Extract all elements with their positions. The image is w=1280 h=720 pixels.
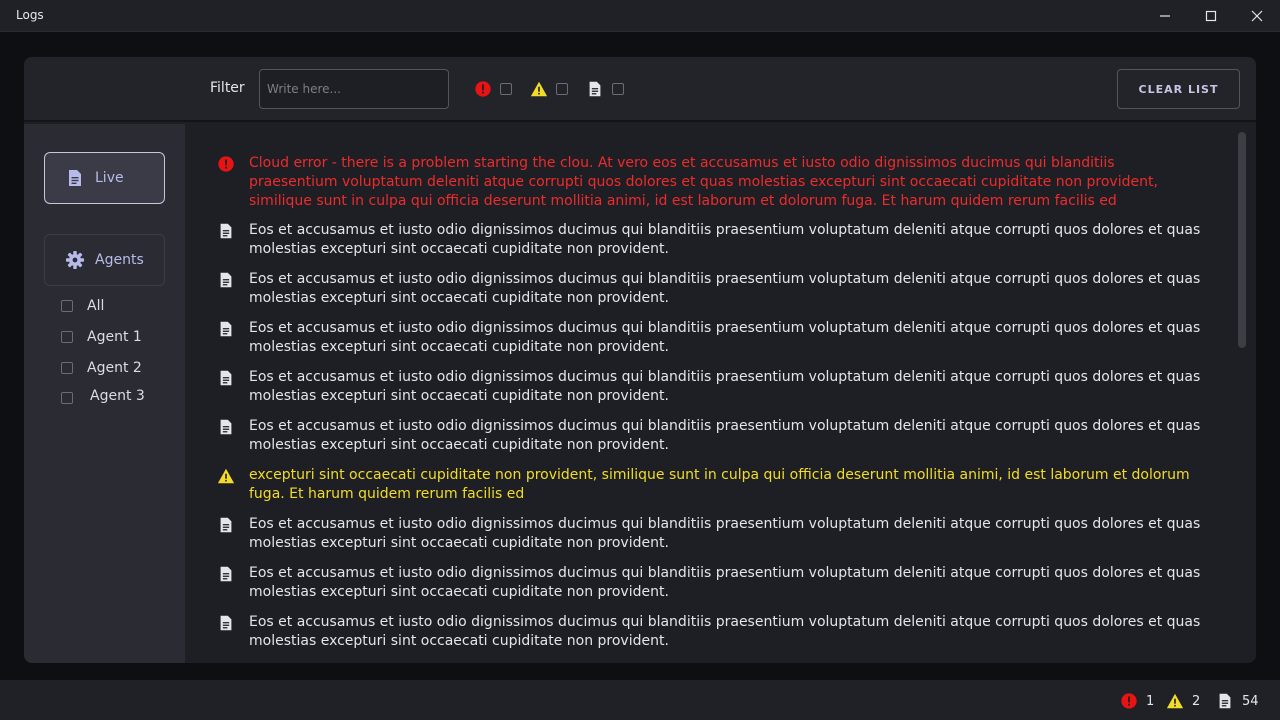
agent-filter-all[interactable]: All <box>61 298 104 314</box>
filter-label: Filter <box>210 80 245 96</box>
log-entry-text: Eos et accusamus et iusto odio dignissim… <box>249 516 1201 551</box>
log-entry-info: Eos et accusamus et iusto odio dignissim… <box>217 515 1207 553</box>
log-entry-warning: excepturi sint occaecati cupiditate non … <box>217 466 1207 504</box>
status-bar: 1 2 54 <box>0 680 1280 720</box>
warning-count-value: 2 <box>1192 693 1201 709</box>
agent-filter-agent-2[interactable]: Agent 2 <box>61 360 142 376</box>
warning-filter-toggle[interactable] <box>530 80 568 98</box>
toolbar: Filter CLEAR LIST <box>24 57 1256 122</box>
log-entry-info: Eos et accusamus et iusto odio dignissim… <box>217 319 1207 357</box>
sidebar: Live Agents All Agent 1 Agent 2 Agent 3 <box>24 124 185 663</box>
log-entry-error: Cloud error - there is a problem startin… <box>217 154 1207 211</box>
warning-icon <box>217 466 237 504</box>
document-icon <box>217 515 237 553</box>
error-count: 1 <box>1120 692 1154 710</box>
error-filter-checkbox[interactable] <box>500 83 512 95</box>
document-icon <box>217 270 237 308</box>
error-filter-toggle[interactable] <box>474 80 512 98</box>
log-list-scrollbar[interactable] <box>1238 132 1246 348</box>
document-icon <box>217 221 237 259</box>
maximize-button[interactable] <box>1188 0 1234 32</box>
log-entry-info: Eos et accusamus et iusto odio dignissim… <box>217 417 1207 455</box>
document-icon <box>217 613 237 651</box>
close-icon <box>1251 10 1263 22</box>
clear-list-button[interactable]: CLEAR LIST <box>1117 69 1240 109</box>
agent-label: Agent 2 <box>87 360 142 376</box>
log-list: Cloud error - there is a problem startin… <box>185 124 1256 663</box>
log-entry-text: Eos et accusamus et iusto odio dignissim… <box>249 369 1201 404</box>
info-count-value: 54 <box>1242 693 1259 709</box>
log-entry-text: Cloud error - there is a problem startin… <box>249 155 1158 209</box>
document-icon <box>586 80 604 98</box>
agent-label: Agent 1 <box>87 329 142 345</box>
agents-button[interactable]: Agents <box>44 234 165 286</box>
document-icon <box>69 170 81 186</box>
document-icon <box>217 564 237 602</box>
agent-checkbox[interactable] <box>61 331 73 343</box>
document-icon <box>217 417 237 455</box>
log-entry-text: Eos et accusamus et iusto odio dignissim… <box>249 565 1201 600</box>
agent-checkbox[interactable] <box>61 362 73 374</box>
log-entry-info: Eos et accusamus et iusto odio dignissim… <box>217 270 1207 308</box>
log-entry-text: Eos et accusamus et iusto odio dignissim… <box>249 614 1201 649</box>
title-bar: Logs <box>0 0 1280 32</box>
minimize-button[interactable] <box>1142 0 1188 32</box>
agent-filter-agent-1[interactable]: Agent 1 <box>61 329 142 345</box>
warning-icon <box>530 80 548 98</box>
log-entry-text: excepturi sint occaecati cupiditate non … <box>249 467 1190 502</box>
error-icon <box>217 154 237 211</box>
agent-label: All <box>87 298 105 314</box>
error-icon <box>1120 692 1138 710</box>
document-icon <box>217 368 237 406</box>
log-entry-text: Eos et accusamus et iusto odio dignissim… <box>249 320 1201 355</box>
warning-icon <box>1166 692 1184 710</box>
agent-checkbox[interactable] <box>61 392 73 404</box>
error-count-value: 1 <box>1146 693 1155 709</box>
log-entry-text: Eos et accusamus et iusto odio dignissim… <box>249 418 1201 453</box>
log-entry-info: Eos et accusamus et iusto odio dignissim… <box>217 564 1207 602</box>
log-entry-info: Eos et accusamus et iusto odio dignissim… <box>217 368 1207 406</box>
document-icon <box>1216 692 1234 710</box>
gear-icon <box>66 251 84 269</box>
info-filter-toggle[interactable] <box>586 80 624 98</box>
warning-filter-checkbox[interactable] <box>556 83 568 95</box>
live-button[interactable]: Live <box>44 152 165 204</box>
log-entry-info: Eos et accusamus et iusto odio dignissim… <box>217 221 1207 259</box>
minimize-icon <box>1160 15 1170 17</box>
log-entry-info: Eos et accusamus et iusto odio dignissim… <box>217 613 1207 651</box>
agent-label: Agent 3 <box>90 388 145 404</box>
agent-filter-agent-3[interactable]: Agent 3 <box>61 388 145 404</box>
maximize-icon <box>1205 10 1217 22</box>
live-label: Live <box>95 170 124 186</box>
log-entry-text: Eos et accusamus et iusto odio dignissim… <box>249 222 1201 257</box>
agent-checkbox[interactable] <box>61 300 73 312</box>
error-icon <box>474 80 492 98</box>
warning-count: 2 <box>1166 692 1200 710</box>
logs-panel: Filter CLEAR LIST Live <box>24 57 1256 663</box>
document-icon <box>217 319 237 357</box>
close-button[interactable] <box>1234 0 1280 32</box>
info-filter-checkbox[interactable] <box>612 83 624 95</box>
agents-label: Agents <box>95 252 144 268</box>
info-count: 54 <box>1216 692 1259 710</box>
filter-input[interactable] <box>259 69 449 109</box>
window-title: Logs <box>16 8 44 22</box>
log-entry-text: Eos et accusamus et iusto odio dignissim… <box>249 271 1201 306</box>
